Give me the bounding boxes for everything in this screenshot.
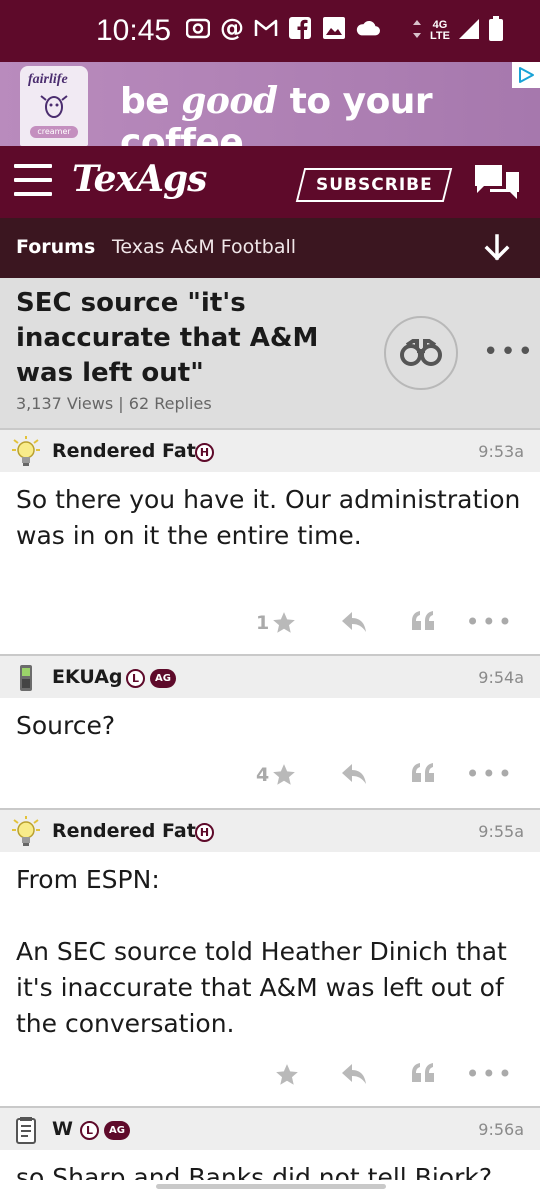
star-count: 1 [256, 612, 270, 634]
at-sign-icon: @ [220, 14, 244, 42]
post-body: Source? [16, 711, 116, 740]
reply-icon [342, 612, 366, 632]
post-time: 9:54a [478, 668, 524, 687]
binoculars-icon [400, 339, 442, 366]
star-count: 4 [256, 764, 270, 786]
notification-icons: @ [186, 14, 380, 42]
ad-product-tag: creamer [30, 126, 78, 138]
post: EKUAg L AG 9:54a Source? 4 ••• [0, 654, 540, 808]
post-username[interactable]: EKUAg [52, 666, 123, 688]
signal-icon [458, 18, 480, 44]
breadcrumb-forums[interactable]: Forums [16, 236, 95, 258]
star-button[interactable] [272, 1062, 300, 1088]
post-more-icon[interactable]: ••• [466, 1060, 514, 1088]
star-button[interactable]: 4 [256, 762, 297, 788]
post-time: 9:56a [478, 1120, 524, 1139]
quote-icon [412, 1063, 434, 1082]
lightbulb-icon[interactable] [10, 436, 42, 468]
post-body: From ESPN: An SEC source told Heather Di… [16, 865, 507, 1038]
post: Rendered Fat H 9:55a From ESPN: An SEC s… [0, 808, 540, 1106]
post-username[interactable]: Rendered Fat [52, 440, 196, 462]
cloud-icon [356, 16, 380, 40]
ad-product-image: fairlife creamer [20, 66, 88, 146]
post-time: 9:53a [478, 442, 524, 461]
ad-choices-icon[interactable] [512, 62, 540, 88]
ad-headline-pre: be [120, 81, 182, 122]
ad-brand: fairlife [28, 72, 68, 87]
network-lte: LTE [430, 30, 450, 42]
subscribe-label: SUBSCRIBE [315, 175, 433, 195]
watch-thread-button[interactable] [384, 316, 458, 390]
post-username[interactable]: Rendered Fat [52, 820, 196, 842]
app-header: TexAgs SUBSCRIBE [0, 146, 540, 218]
user-badge-ag: AG [150, 669, 176, 688]
post-header: Rendered Fat H 9:53a [0, 428, 540, 472]
thread-header: SEC source "it's inaccurate that A&M was… [0, 278, 540, 428]
post-body: So there you have it. Our administration… [16, 485, 529, 550]
star-icon [273, 764, 296, 785]
reply-icon [342, 1064, 366, 1084]
gmail-icon [254, 16, 278, 40]
star-icon [276, 1064, 298, 1085]
cow-logo-icon [40, 92, 68, 122]
user-badge-l: L [80, 1121, 99, 1140]
chat-icon[interactable] [472, 162, 522, 206]
camera-icon [186, 16, 210, 40]
home-indicator[interactable] [156, 1184, 386, 1189]
reply-button[interactable] [340, 1062, 368, 1086]
post-actions: 4 ••• [0, 756, 540, 796]
user-badge-h: H [195, 823, 214, 842]
facebook-icon [288, 16, 312, 40]
post-more-icon[interactable]: ••• [466, 608, 514, 636]
ad-banner[interactable]: fairlife creamer be good to your coffee [0, 62, 540, 163]
image-icon [322, 16, 346, 40]
thread-stats: 3,137 Views | 62 Replies [16, 394, 212, 413]
post-time: 9:55a [478, 822, 524, 841]
ad-headline-emphasis: good [181, 80, 278, 122]
user-badge-h: H [195, 443, 214, 462]
network-type: 4G LTE [430, 20, 450, 42]
thread-title: SEC source "it's inaccurate that A&M was… [16, 288, 319, 388]
reply-button[interactable] [340, 762, 368, 786]
breadcrumb-board[interactable]: Texas A&M Football [112, 236, 296, 258]
breadcrumb: Forums Texas A&M Football [0, 218, 540, 278]
post-more-icon[interactable]: ••• [466, 760, 514, 788]
lightbulb-icon[interactable] [10, 816, 42, 848]
subscribe-button[interactable]: SUBSCRIBE [295, 168, 453, 202]
data-arrows-icon [412, 18, 422, 44]
system-icons: 4G LTE [412, 16, 504, 46]
post-header: W L AG 9:56a [0, 1106, 540, 1150]
quote-icon [412, 611, 434, 630]
thread-more-icon[interactable]: ••• [483, 339, 535, 365]
user-badge-l: L [126, 669, 145, 688]
user-badge-ag: AG [104, 1121, 130, 1140]
notepad-icon[interactable] [10, 1114, 42, 1146]
quote-icon [412, 763, 434, 782]
battery-icon [488, 16, 504, 46]
quote-button[interactable] [410, 762, 436, 784]
arrow-down-icon[interactable] [484, 234, 510, 266]
reply-button[interactable] [340, 610, 368, 634]
post-body-partial: so Sharp and Banks did not tell Bjork? [16, 1163, 493, 1180]
post-header: EKUAg L AG 9:54a [0, 654, 540, 698]
flip-phone-icon[interactable] [10, 662, 42, 694]
post-header: Rendered Fat H 9:55a [0, 808, 540, 852]
menu-icon[interactable] [14, 164, 52, 196]
star-button[interactable]: 1 [256, 610, 297, 636]
star-icon [273, 612, 296, 633]
quote-button[interactable] [410, 1062, 436, 1084]
status-bar: 10:45 @ 4G LTE [0, 0, 540, 62]
quote-button[interactable] [410, 610, 436, 632]
post-actions: ••• [0, 1056, 540, 1096]
post-actions: 1 ••• [0, 604, 540, 644]
status-time: 10:45 [96, 14, 172, 47]
reply-icon [342, 764, 366, 784]
post: Rendered Fat H 9:53a So there you have i… [0, 428, 540, 654]
post-username[interactable]: W [52, 1118, 73, 1140]
site-logo[interactable]: TexAgs [72, 158, 207, 200]
